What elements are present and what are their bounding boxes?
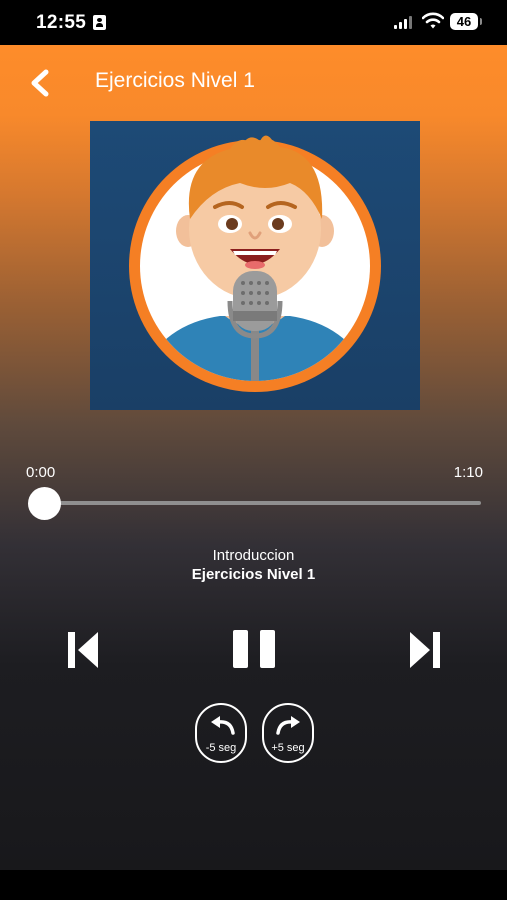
track-title: Ejercicios Nivel 1 <box>191 566 316 583</box>
cellular-signal-icon <box>394 15 414 29</box>
forward-arrow-icon <box>276 716 300 735</box>
rewind-5-button[interactable]: -5 seg <box>195 703 247 763</box>
rewind-arrow-icon <box>211 716 235 735</box>
skip-previous-icon[interactable] <box>66 630 100 670</box>
bottom-safe-area <box>0 870 507 900</box>
progress-track[interactable] <box>44 501 481 505</box>
total-duration: 1:10 <box>453 464 483 481</box>
podcaster-illustration <box>90 121 420 410</box>
album-artwork <box>90 121 420 410</box>
back-arrow-icon[interactable] <box>22 65 58 101</box>
pause-icon[interactable] <box>230 628 278 670</box>
battery-indicator: 46 <box>450 13 482 30</box>
progress-thumb[interactable] <box>27 487 61 520</box>
rewind-label: -5 seg <box>205 742 237 754</box>
forward-label: +5 seg <box>271 742 305 754</box>
track-subtitle: Introduccion <box>212 547 295 564</box>
contact-card-icon <box>93 15 106 30</box>
skip-next-icon[interactable] <box>408 630 442 670</box>
status-time: 12:55 <box>36 12 87 33</box>
page-title: Ejercicios Nivel 1 <box>95 69 255 92</box>
wifi-icon <box>422 12 444 29</box>
forward-5-button[interactable]: +5 seg <box>262 703 314 763</box>
status-bar: 12:55 46 <box>0 0 507 45</box>
elapsed-time: 0:00 <box>26 464 56 481</box>
audio-player: Ejercicios Nivel 1 0:00 1:10 Introduccio… <box>0 45 507 870</box>
